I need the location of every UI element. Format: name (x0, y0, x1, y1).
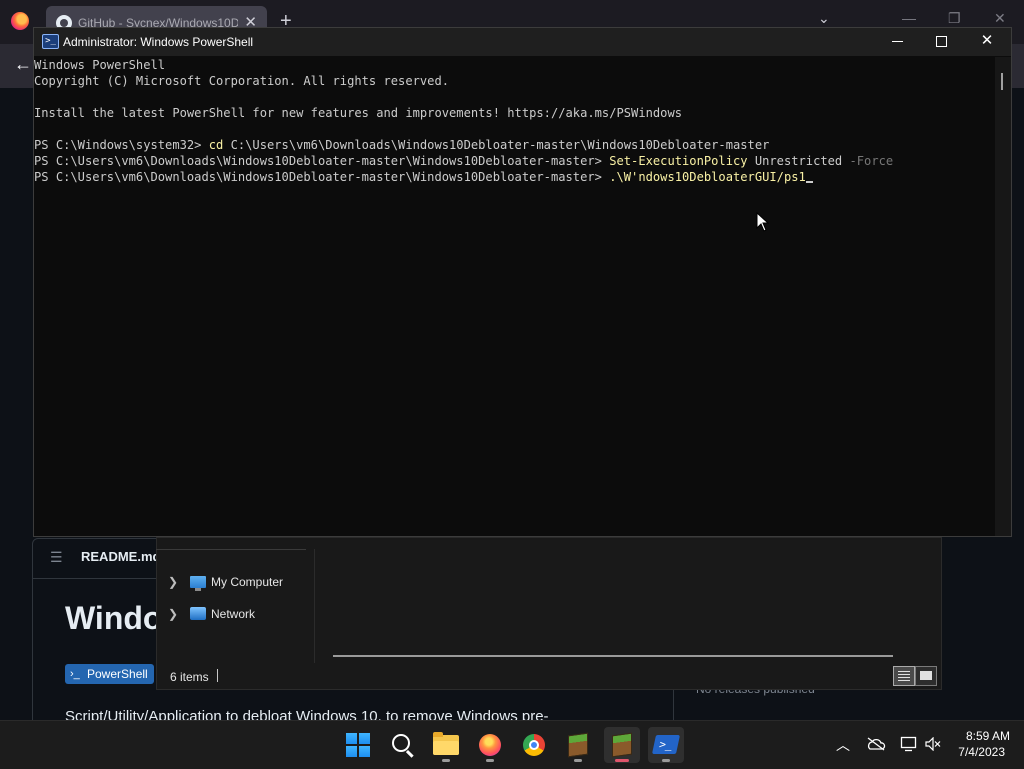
nav-item-label: My Computer (211, 575, 284, 589)
details-view-icon (898, 671, 910, 681)
console-input-line[interactable]: PS C:\Users\vm6\Downloads\Windows10Deblo… (34, 169, 813, 185)
large-icons-view-button[interactable] (915, 666, 937, 686)
running-indicator (486, 759, 494, 762)
show-hidden-icons-chevron-icon[interactable]: ︿ (836, 735, 850, 755)
onedrive-offline-icon[interactable] (866, 737, 886, 751)
argument: Unrestricted (747, 154, 850, 168)
running-indicator (574, 759, 582, 762)
browser-minimize-icon[interactable]: — (902, 10, 916, 26)
prompt: PS C:\Users\vm6\Downloads\Windows10Deblo… (34, 170, 610, 184)
console-line: Copyright (C) Microsoft Corporation. All… (34, 74, 450, 88)
item-count: 6 items (170, 670, 209, 684)
console-line: PS C:\Windows\system32> cd C:\Users\vm6\… (34, 137, 769, 153)
console-line: PS C:\Users\vm6\Downloads\Windows10Deblo… (34, 153, 893, 169)
network-status-icon[interactable] (900, 736, 918, 752)
list-icon[interactable]: ☰ (50, 549, 63, 566)
firefox-icon (479, 734, 501, 756)
windows-logo-icon (346, 733, 370, 757)
list-all-tabs-icon[interactable]: ⌄ (818, 10, 830, 27)
minecraft-launcher-button[interactable] (604, 727, 640, 763)
running-indicator (615, 759, 629, 762)
typed-command: .\W'ndows10DebloaterGUI/ps1 (609, 170, 806, 184)
command: Set-ExecutionPolicy (609, 154, 748, 168)
details-view-button[interactable] (893, 666, 915, 686)
file-explorer-button[interactable] (428, 727, 464, 763)
search-button[interactable] (384, 727, 420, 763)
horizontal-scrollbar[interactable] (333, 655, 893, 657)
minecraft-button[interactable] (560, 727, 596, 763)
browser-restore-icon[interactable]: ❐ (948, 10, 961, 27)
readme-filename[interactable]: README.md (81, 549, 160, 564)
running-indicator (442, 759, 450, 762)
console-line: Windows PowerShell (34, 58, 166, 72)
powershell-icon: >_ (651, 735, 681, 754)
argument: C:\Users\vm6\Downloads\Windows10Debloate… (223, 138, 770, 152)
mouse-pointer-icon (756, 212, 770, 232)
powershell-taskbar-button[interactable]: >_ (648, 727, 684, 763)
minecraft-icon (612, 732, 632, 758)
command: cd (208, 138, 224, 152)
clock-date[interactable]: 7/4/2023 (940, 745, 1005, 759)
minecraft-icon (568, 732, 588, 758)
parameter: -Force (849, 154, 894, 168)
console-line: Install the latest PowerShell for new fe… (34, 106, 683, 120)
status-divider (217, 669, 218, 682)
chrome-icon (523, 734, 545, 756)
network-icon (190, 607, 206, 620)
console-scrollbar[interactable] (995, 57, 1011, 536)
folder-icon (433, 732, 459, 755)
back-arrow-icon[interactable]: ← (14, 54, 32, 75)
clock-time[interactable]: 8:59 AM (940, 729, 1010, 743)
volume-muted-icon[interactable] (925, 737, 941, 751)
firefox-menu-icon[interactable] (11, 12, 29, 30)
scrollbar-thumb[interactable] (1001, 73, 1003, 90)
window-title: Administrator: Windows PowerShell (63, 35, 254, 49)
prompt: PS C:\Users\vm6\Downloads\Windows10Deblo… (34, 154, 610, 168)
expand-chevron-icon[interactable]: ❯ (168, 575, 178, 589)
powershell-icon[interactable]: >_ (42, 34, 59, 49)
chrome-button[interactable] (516, 727, 552, 763)
nav-item-label: Network (211, 607, 256, 621)
text-cursor (805, 181, 813, 183)
firefox-button[interactable] (472, 727, 508, 763)
start-button[interactable] (340, 727, 376, 763)
prompt: PS C:\Windows\system32> (34, 138, 209, 152)
close-button[interactable]: ✕ (972, 30, 1002, 52)
running-indicator (662, 759, 670, 762)
minimize-button[interactable] (882, 30, 912, 52)
browser-close-icon[interactable]: ✕ (994, 10, 1006, 27)
nav-item-my-computer[interactable]: ❯ My Computer (166, 574, 311, 592)
computer-icon (190, 576, 206, 591)
nav-item-network[interactable]: ❯ Network (166, 606, 311, 624)
navigation-divider (156, 549, 306, 550)
large-icons-view-icon (920, 671, 932, 680)
console-output[interactable]: Windows PowerShell Copyright (C) Microso… (34, 57, 994, 535)
maximize-button[interactable] (926, 30, 956, 52)
powershell-badge[interactable]: PowerShell (65, 664, 154, 684)
search-icon (392, 734, 410, 752)
expand-chevron-icon[interactable]: ❯ (168, 607, 178, 621)
